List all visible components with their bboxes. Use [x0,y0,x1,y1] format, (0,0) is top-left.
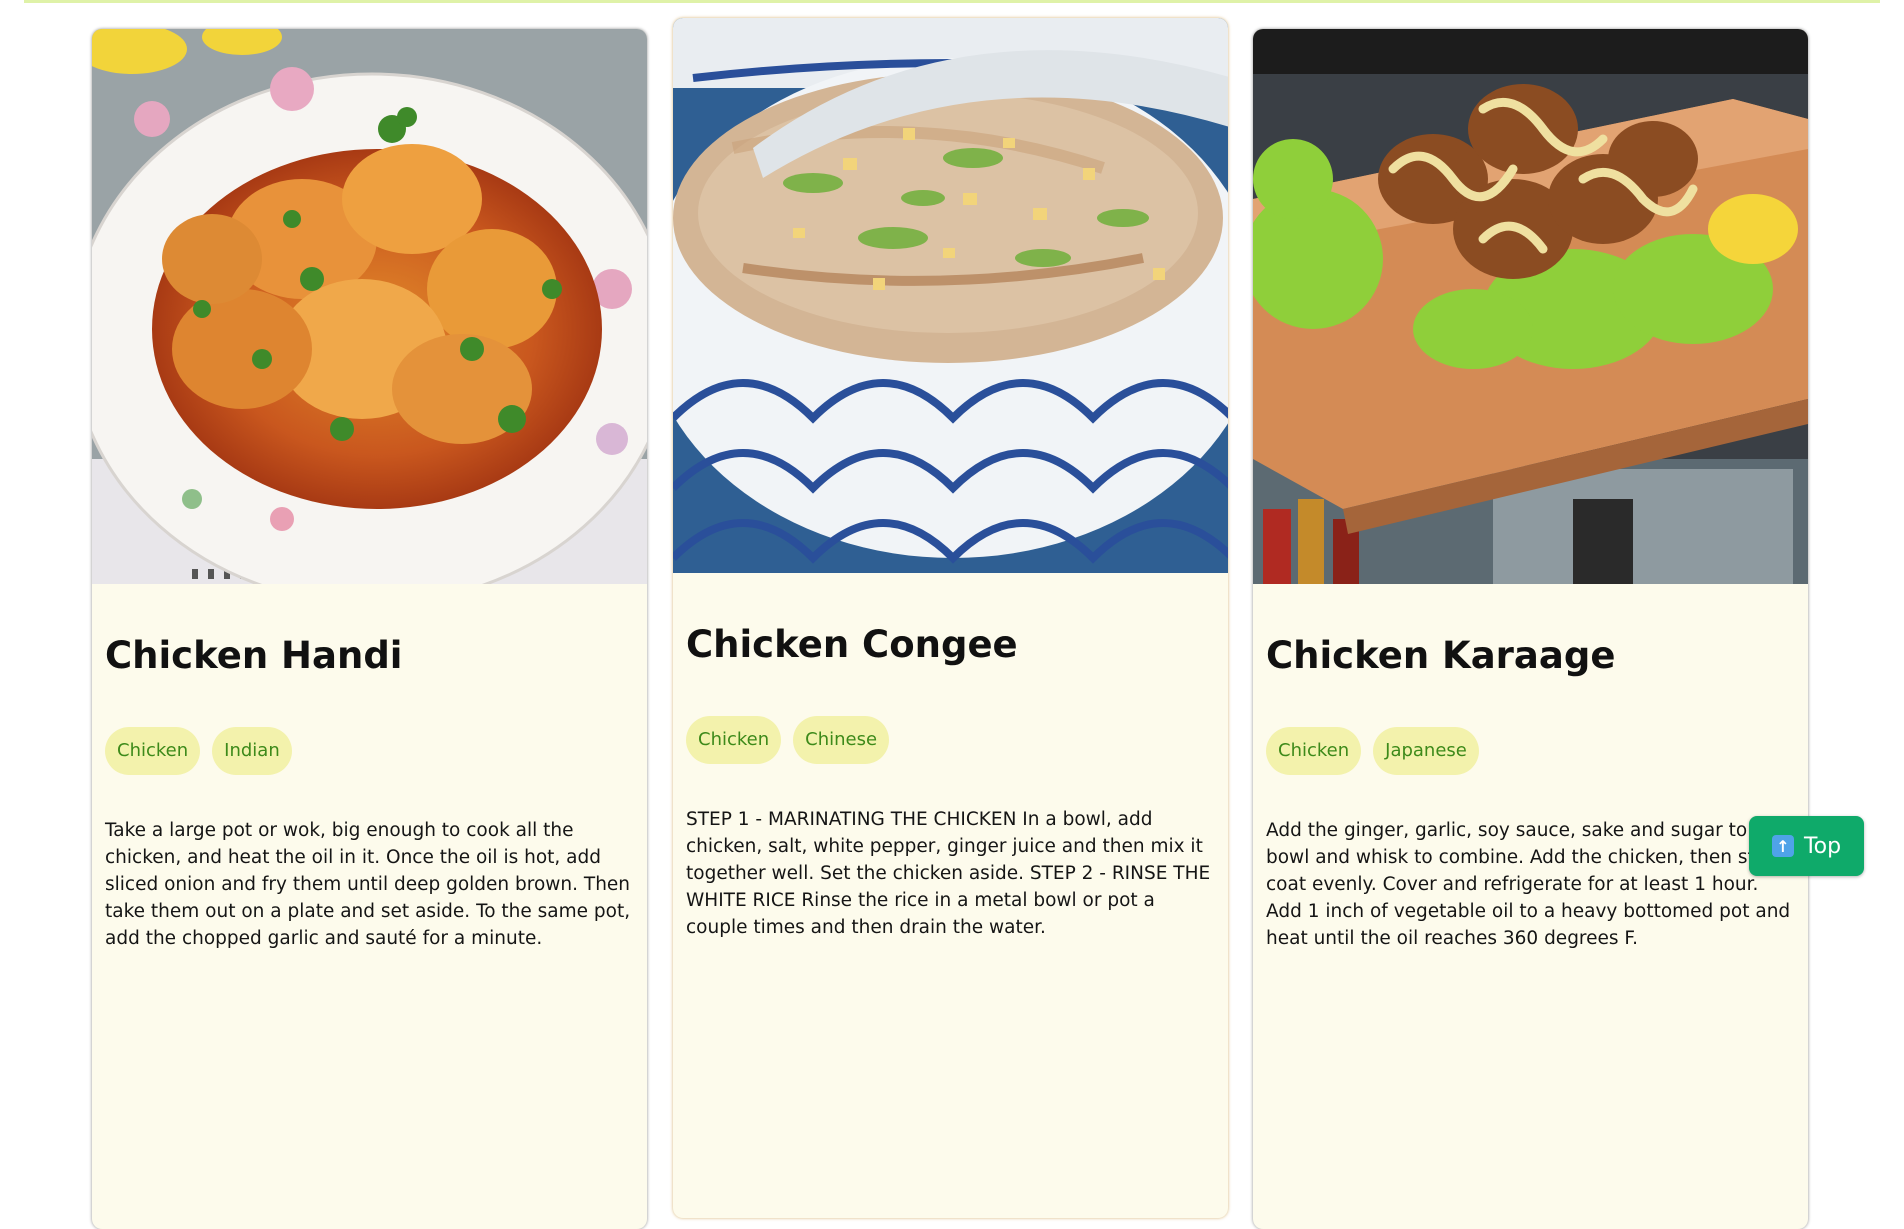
recipe-grid: Chicken Handi Chicken Indian Take a larg… [0,0,1904,1229]
recipe-image[interactable] [673,18,1228,573]
recipe-image[interactable] [92,29,647,584]
recipe-image[interactable] [1253,29,1808,584]
scroll-to-top-button[interactable]: ↑ Top [1749,816,1864,876]
recipe-description: STEP 1 - MARINATING THE CHICKEN In a bow… [686,809,1211,938]
tag-chicken[interactable]: Chicken [105,727,201,775]
tag-chicken[interactable]: Chicken [686,716,782,764]
recipe-card[interactable]: Chicken Handi Chicken Indian Take a larg… [92,29,647,1229]
tag-cuisine[interactable]: Chinese [793,716,890,764]
recipe-card[interactable]: Chicken Congee Chicken Chinese STEP 1 - … [673,18,1228,1218]
recipe-description: Take a large pot or wok, big enough to c… [105,820,631,949]
recipe-description: Add the ginger, garlic, soy sauce, sake … [1266,820,1792,949]
tag-cuisine[interactable]: Indian [212,727,292,775]
up-arrow-icon: ↑ [1771,835,1794,857]
tag-cuisine[interactable]: Japanese [1373,727,1479,775]
recipe-tags: Chicken Japanese [1266,727,1479,775]
recipe-title[interactable]: Chicken Handi [105,634,402,677]
recipe-tags: Chicken Indian [105,727,292,775]
recipe-title[interactable]: Chicken Congee [686,623,1018,666]
recipe-tags: Chicken Chinese [686,716,890,764]
tag-chicken[interactable]: Chicken [1266,727,1362,775]
scroll-to-top-label: Top [1803,833,1842,859]
recipe-title[interactable]: Chicken Karaage [1266,634,1615,677]
recipe-card[interactable]: Chicken Karaage Chicken Japanese Add the… [1253,29,1808,1229]
